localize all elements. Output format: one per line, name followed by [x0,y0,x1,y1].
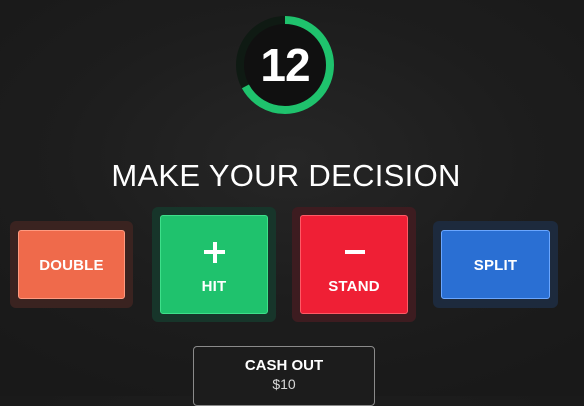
stand-button[interactable]: STAND [300,215,408,314]
stand-button-label: STAND [328,278,380,295]
countdown-timer: 12 [234,14,336,116]
decision-prompt: MAKE YOUR DECISION [111,158,461,193]
stand-button-frame: STAND [292,207,416,322]
double-button[interactable]: DOUBLE [18,230,125,299]
double-button-frame: DOUBLE [10,221,133,308]
hit-button[interactable]: HIT [160,215,268,314]
hit-button-frame: HIT [152,207,276,322]
cash-out-amount: $10 [272,376,296,392]
cash-out-label: CASH OUT [244,357,324,374]
countdown-value: 12 [260,39,310,91]
double-button-label: DOUBLE [39,257,104,274]
split-button-label: SPLIT [473,257,518,274]
hit-button-label: HIT [201,278,227,295]
split-button-frame: SPLIT [433,221,558,308]
split-button[interactable]: SPLIT [441,230,550,299]
cash-out-button[interactable]: CASH OUT $10 [193,346,375,406]
